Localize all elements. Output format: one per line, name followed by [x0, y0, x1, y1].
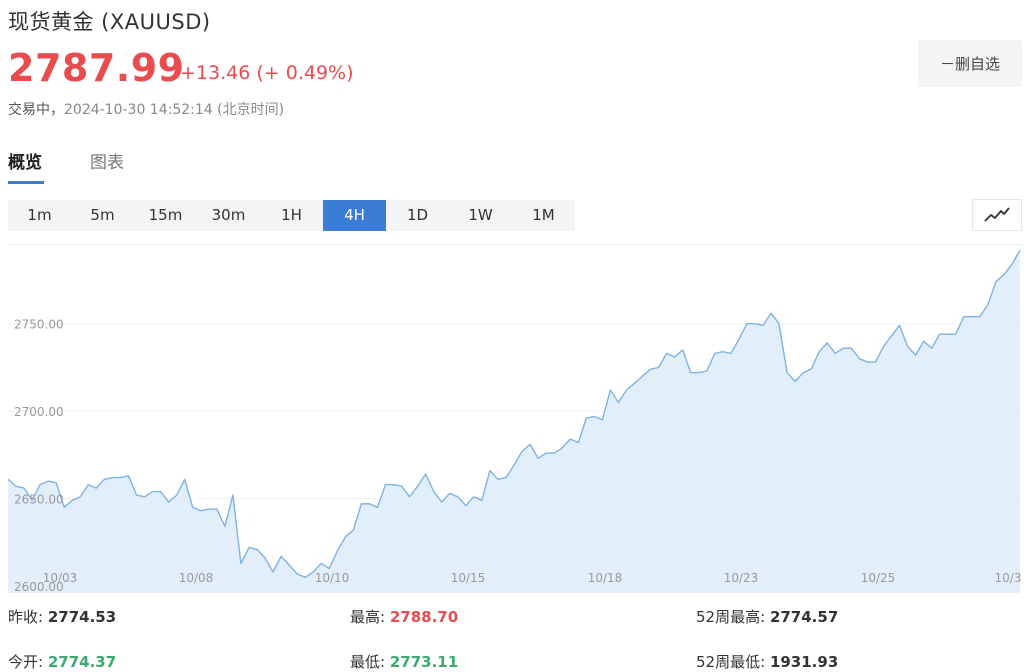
quote-timestamp: 2024-10-30 14:52:14 — [64, 102, 213, 118]
period-1m[interactable]: 1m — [8, 200, 71, 231]
stat-open: 今开: 2774.37 — [8, 651, 116, 672]
x-tick-label-1: 10/08 — [179, 571, 214, 585]
price-area — [8, 250, 1020, 593]
stat-open-label: 今开: — [8, 653, 44, 671]
price-chart[interactable]: 2600.00 2650.00 2700.00 2750.00 10/03 10/08 10… — [8, 244, 1022, 593]
last-price: 2787.99 — [8, 46, 185, 90]
stat-high-value: 2788.70 — [389, 608, 459, 626]
stat-prev-close-value: 2774.53 — [47, 608, 117, 626]
period-5m[interactable]: 5m — [71, 200, 134, 231]
stat-high-label: 最高: — [350, 608, 386, 626]
stat-52w-high-value: 2774.57 — [769, 608, 839, 626]
period-4h[interactable]: 4H — [323, 200, 386, 231]
period-30m[interactable]: 30m — [197, 200, 260, 231]
x-tick-label-3: 10/15 — [451, 571, 486, 585]
remove-watchlist-button[interactable]: －删自选 — [918, 40, 1022, 87]
y-tick-label-3: 2750.00 — [14, 318, 64, 332]
stat-high: 最高: 2788.70 — [350, 606, 458, 627]
x-tick-label-7: 10/3 — [995, 571, 1022, 585]
y-tick-label-1: 2650.00 — [14, 493, 64, 507]
chart-type-button[interactable] — [972, 199, 1022, 231]
tab-overview[interactable]: 概览 — [8, 148, 42, 173]
period-1w[interactable]: 1W — [449, 200, 512, 231]
period-1mo[interactable]: 1M — [512, 200, 575, 231]
x-tick-label-5: 10/23 — [724, 571, 759, 585]
active-tab-indicator — [8, 181, 44, 184]
stat-52w-high-label: 52周最高: — [696, 608, 766, 626]
x-tick-label-6: 10/25 — [861, 571, 896, 585]
period-15m[interactable]: 15m — [134, 200, 197, 231]
stat-52w-high: 52周最高: 2774.57 — [696, 606, 838, 627]
line-chart-icon — [984, 207, 1010, 222]
stat-prev-close: 昨收: 2774.53 — [8, 606, 116, 627]
stat-52w-low: 52周最低: 1931.93 — [696, 651, 838, 672]
stat-open-value: 2774.37 — [47, 653, 117, 671]
stat-prev-close-label: 昨收: — [8, 608, 44, 626]
price-change: +13.46 (+ 0.49%) — [180, 62, 354, 84]
stat-52w-low-value: 1931.93 — [769, 653, 839, 671]
tab-overview-label: 概览 — [8, 153, 42, 173]
tab-chart-label: 图表 — [90, 153, 124, 173]
x-tick-label-2: 10/10 — [315, 571, 350, 585]
stat-low-label: 最低: — [350, 653, 386, 671]
timezone-label: (北京时间) — [217, 102, 285, 118]
stat-low-value: 2773.11 — [389, 653, 459, 671]
stat-low: 最低: 2773.11 — [350, 651, 458, 672]
stat-52w-low-label: 52周最低: — [696, 653, 766, 671]
period-1d[interactable]: 1D — [386, 200, 449, 231]
x-tick-label-4: 10/18 — [588, 571, 623, 585]
trading-state: 交易中， — [8, 102, 64, 118]
instrument-title: 现货黄金 (XAUUSD) — [8, 10, 211, 34]
price-chart-svg: 2600.002650.002700.002750.0010/03 10/08 10… — [8, 249, 1022, 593]
tab-chart[interactable]: 图表 — [90, 148, 124, 173]
period-1h[interactable]: 1H — [260, 200, 323, 231]
period-selector: 1m 5m 15m 30m 1H 4H 1D 1W 1M — [8, 200, 575, 231]
y-tick-label-2: 2700.00 — [14, 405, 64, 419]
trading-status: 交易中，2024-10-30 14:52:14 (北京时间) — [8, 99, 284, 119]
x-tick-label-0: 10/03 — [43, 571, 78, 585]
